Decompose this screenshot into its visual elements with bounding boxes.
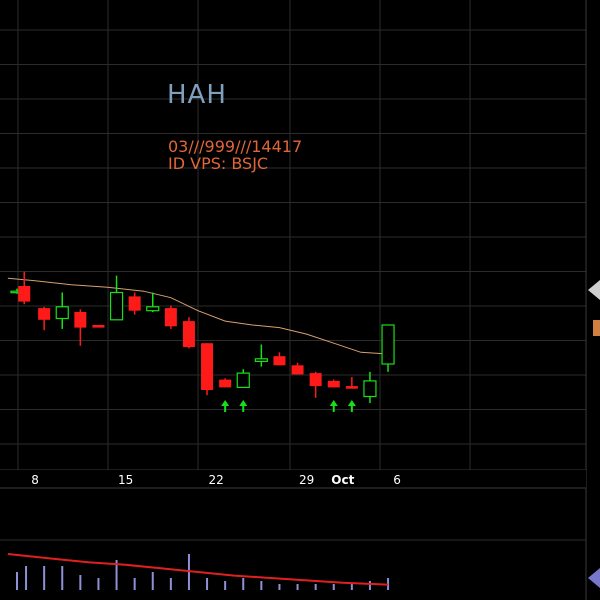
candle-body[interactable] (236, 372, 250, 389)
stock-chart[interactable]: 8 15 22 29 Oct 6 (0, 0, 600, 600)
candle-body[interactable] (18, 286, 31, 302)
right-edge-markers (588, 280, 600, 588)
candle-body[interactable] (381, 324, 395, 365)
volume-panel (7, 553, 390, 590)
x-tick-label: 6 (393, 473, 401, 487)
candle-body[interactable] (345, 386, 358, 389)
last-price-marker (593, 320, 600, 336)
candle-body[interactable] (74, 312, 87, 328)
candle-body[interactable] (92, 325, 105, 328)
candle-body[interactable] (327, 380, 340, 388)
x-tick-label: 8 (31, 473, 39, 487)
grid (0, 0, 587, 600)
candle-body[interactable] (55, 306, 69, 320)
candle-body[interactable] (164, 308, 177, 327)
id-line: ID VPS: BSJC (168, 154, 269, 173)
x-tick-label: 22 (208, 473, 223, 487)
x-tick-label: 29 (299, 473, 314, 487)
price-pointer-icon (588, 280, 600, 300)
candlesticks[interactable] (10, 271, 395, 403)
candle-body[interactable] (182, 321, 195, 348)
candle-body[interactable] (128, 296, 141, 311)
candle-body[interactable] (363, 380, 377, 398)
candle-body[interactable] (273, 356, 286, 366)
code-line: 03///999///14417 (168, 137, 303, 156)
candle-body[interactable] (309, 373, 322, 387)
candle-body[interactable] (254, 358, 268, 362)
candle-body[interactable] (146, 306, 160, 312)
instrument-code: 03///999///14417 ID VPS: BSJC (168, 138, 302, 172)
x-axis-band (0, 470, 586, 488)
ticker-symbol: HAH (167, 80, 227, 110)
candle-body[interactable] (201, 343, 214, 390)
x-tick-label: Oct (331, 473, 354, 487)
candle-body[interactable] (109, 291, 124, 321)
volume-pointer-icon (588, 568, 600, 588)
candle-body[interactable] (38, 308, 51, 320)
volume-average-line (7, 553, 389, 586)
candle-body[interactable] (219, 379, 232, 388)
candle-body[interactable] (291, 365, 304, 375)
x-tick-label: 15 (118, 473, 133, 487)
signal-arrows (221, 400, 356, 412)
